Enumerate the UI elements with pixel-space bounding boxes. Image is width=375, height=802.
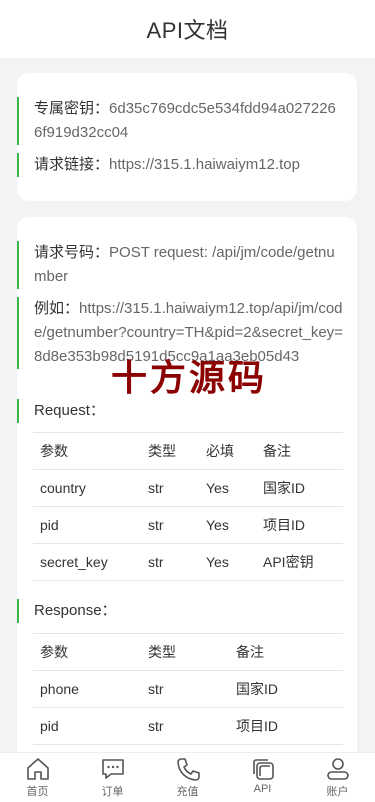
table-cell: Yes bbox=[199, 506, 256, 544]
table-header-cell: 类型 bbox=[141, 633, 229, 671]
response-section-title: Response： bbox=[17, 599, 357, 623]
table-cell: phone bbox=[33, 670, 141, 708]
tab-home[interactable]: 首页 bbox=[0, 753, 75, 802]
request-section-title: Request： bbox=[17, 399, 357, 423]
request-url-item: 请求链接：https://315.1.haiwaiym12.top bbox=[17, 153, 357, 177]
table-cell: Yes bbox=[199, 543, 256, 581]
bottom-tab-bar: 首页 订单 充值 API 账户 bbox=[0, 752, 375, 802]
tab-recharge[interactable]: 充值 bbox=[150, 753, 225, 802]
table-header-cell: 必填 bbox=[199, 432, 256, 470]
tab-api-label: API bbox=[253, 783, 272, 795]
secret-key-item: 专属密钥：6d35c769cdc5e534fdd94a0272266f919d3… bbox=[17, 97, 357, 145]
table-header-cell: 参数 bbox=[33, 432, 141, 470]
table-header-row: 参数 类型 必填 备注 bbox=[33, 432, 343, 470]
request-label: Request： bbox=[34, 402, 105, 419]
api-doc-card: 请求号码：POST request: /api/jm/code/getnumbe… bbox=[17, 217, 357, 777]
table-cell: str bbox=[141, 543, 199, 581]
tab-orders-label: 订单 bbox=[101, 786, 124, 798]
table-cell: country bbox=[33, 469, 141, 507]
key-info-card: 专属密钥：6d35c769cdc5e534fdd94a0272266f919d3… bbox=[17, 73, 357, 201]
request-number-item: 请求号码：POST request: /api/jm/code/getnumbe… bbox=[17, 241, 357, 289]
table-row: phone str 国家ID bbox=[33, 670, 343, 708]
table-cell: str bbox=[141, 469, 199, 507]
page-title: API文档 bbox=[146, 18, 229, 43]
home-icon bbox=[26, 758, 49, 780]
request-url-value[interactable]: https://315.1.haiwaiym12.top bbox=[109, 156, 300, 173]
table-header-row: 参数 类型 备注 bbox=[33, 633, 343, 671]
message-icon bbox=[101, 759, 124, 779]
request-number-label: 请求号码： bbox=[34, 244, 110, 261]
secret-key-label: 专属密钥： bbox=[34, 100, 110, 117]
tab-orders[interactable]: 订单 bbox=[75, 753, 150, 802]
example-label: 例如： bbox=[34, 300, 80, 317]
tab-account[interactable]: 账户 bbox=[300, 753, 375, 802]
table-cell: Yes bbox=[199, 469, 256, 507]
table-cell: str bbox=[141, 670, 229, 708]
table-header-cell: 备注 bbox=[256, 432, 343, 470]
table-header-cell: 备注 bbox=[229, 633, 343, 671]
user-icon bbox=[326, 758, 349, 780]
layers-icon bbox=[252, 759, 274, 780]
table-cell: 项目ID bbox=[256, 506, 343, 544]
table-cell: pid bbox=[33, 506, 141, 544]
table-row: pid str Yes 项目ID bbox=[33, 506, 343, 544]
table-cell: pid bbox=[33, 707, 141, 745]
table-row: pid str 项目ID bbox=[33, 707, 343, 745]
table-row: secret_key str Yes API密钥 bbox=[33, 543, 343, 581]
table-header-cell: 类型 bbox=[141, 432, 199, 470]
page-header: API文档 bbox=[0, 0, 375, 58]
table-cell: 国家ID bbox=[256, 469, 343, 507]
table-cell: str bbox=[141, 506, 199, 544]
table-row: country str Yes 国家ID bbox=[33, 469, 343, 507]
phone-icon bbox=[176, 758, 200, 781]
table-cell: secret_key bbox=[33, 543, 141, 581]
tab-recharge-label: 充值 bbox=[176, 786, 199, 798]
table-header-cell: 参数 bbox=[33, 633, 141, 671]
table-cell: API密钥 bbox=[256, 543, 343, 581]
tab-home-label: 首页 bbox=[26, 786, 49, 798]
request-params-table: 参数 类型 必填 备注 country str Yes 国家ID pid str… bbox=[33, 432, 343, 581]
watermark-text: 十方源码 bbox=[111, 358, 268, 399]
response-label: Response： bbox=[34, 602, 117, 619]
table-cell: 项目ID bbox=[229, 707, 343, 745]
response-params-table: 参数 类型 备注 phone str 国家ID pid str 项目ID bbox=[33, 633, 343, 745]
tab-account-label: 账户 bbox=[326, 786, 349, 798]
table-cell: 国家ID bbox=[229, 670, 343, 708]
request-url-label: 请求链接： bbox=[34, 156, 110, 173]
tab-api[interactable]: API bbox=[225, 753, 300, 802]
table-cell: str bbox=[141, 707, 229, 745]
